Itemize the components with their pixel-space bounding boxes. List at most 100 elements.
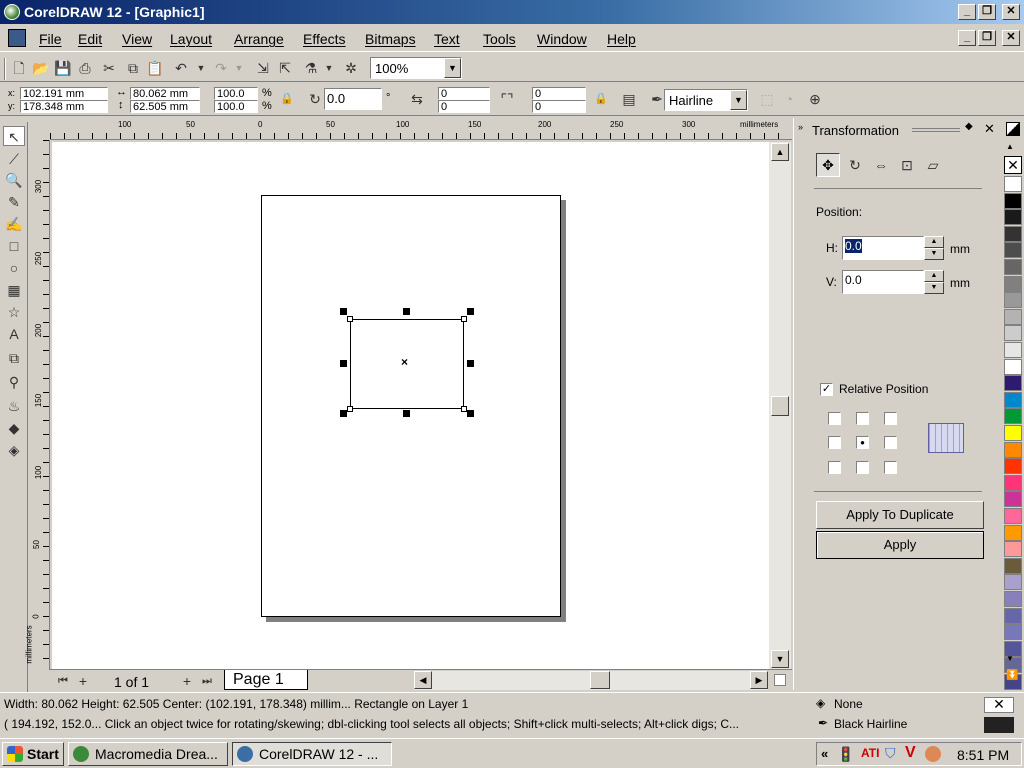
corner-roundness-tr-field[interactable]: 0 <box>532 87 586 100</box>
color-swatch[interactable] <box>1004 574 1022 591</box>
doc-restore-button[interactable]: ❐ <box>978 30 996 46</box>
selection-handle-l[interactable] <box>340 360 347 367</box>
relative-position-checkbox[interactable]: ✓ <box>820 383 833 396</box>
round-corners-together-icon[interactable]: ⌜⌝ <box>498 90 516 108</box>
zoom-level-select[interactable]: 100% ▼ <box>370 57 462 79</box>
color-swatch[interactable] <box>1004 441 1022 458</box>
horizontal-scrollbar[interactable]: ◀ ▶ <box>414 671 768 690</box>
v-spin-up-icon[interactable]: ▲ <box>924 270 944 282</box>
rotate-tab-icon[interactable]: ↻ <box>846 156 864 174</box>
color-swatch[interactable] <box>1004 225 1022 242</box>
color-swatch[interactable] <box>1004 391 1022 408</box>
redo-dropdown-icon[interactable]: ▼ <box>230 59 248 77</box>
paste-icon[interactable]: 📋 <box>146 59 164 77</box>
redo-icon[interactable]: ↷ <box>212 59 230 77</box>
menu-help[interactable]: Help <box>607 31 636 47</box>
h-spin-down-icon[interactable]: ▼ <box>924 248 944 260</box>
color-swatch[interactable] <box>1004 209 1022 226</box>
anchor-l[interactable] <box>828 436 841 449</box>
rect-node[interactable] <box>461 316 467 322</box>
menu-edit[interactable]: Edit <box>78 31 102 47</box>
save-icon[interactable]: 💾 <box>54 59 72 77</box>
vertical-ruler[interactable]: 300 250 200 150 100 50 0 millimeters <box>25 140 50 670</box>
rect-node[interactable] <box>347 316 353 322</box>
selection-handle-r[interactable] <box>467 360 474 367</box>
anchor-t[interactable] <box>856 412 869 425</box>
add-page-before-icon[interactable]: + <box>74 672 92 690</box>
color-swatch[interactable] <box>1004 242 1022 259</box>
menu-bitmaps[interactable]: Bitmaps <box>365 31 416 47</box>
docker-grip[interactable] <box>912 128 960 132</box>
interactive-fill-tool-icon[interactable]: ◈ <box>3 440 25 460</box>
palette-menu-icon[interactable] <box>1006 122 1020 136</box>
outline-dropdown-icon[interactable]: ▼ <box>730 90 747 110</box>
interactive-blend-tool-icon[interactable]: ⧉ <box>3 348 25 368</box>
color-swatch[interactable] <box>1004 591 1022 607</box>
traffic-light-tray-icon[interactable]: 🚦 <box>837 746 854 763</box>
color-swatch[interactable] <box>1004 607 1022 624</box>
h-position-input[interactable]: 0.0 <box>842 236 924 260</box>
v-spin-down-icon[interactable]: ▼ <box>924 282 944 294</box>
selection-handle-br[interactable] <box>467 410 474 417</box>
convert-to-curves-icon[interactable]: ⬚ <box>758 90 776 108</box>
outline-tool-icon[interactable]: ♨ <box>3 396 25 416</box>
x-position-field[interactable]: 102.191 mm <box>20 87 108 100</box>
app-tray-icon[interactable] <box>925 746 941 762</box>
start-button[interactable]: Start <box>2 742 64 766</box>
menu-text[interactable]: Text <box>434 31 460 47</box>
scale-y-field[interactable]: 100.0 <box>214 100 258 113</box>
color-swatch[interactable] <box>1004 259 1022 275</box>
selection-handle-b[interactable] <box>403 410 410 417</box>
color-swatch[interactable] <box>1004 524 1022 541</box>
scroll-up-icon[interactable]: ▲ <box>771 143 789 161</box>
color-swatch[interactable] <box>1004 176 1022 192</box>
corner-roundness-tl-field[interactable]: 0 <box>438 87 490 100</box>
undo-icon[interactable]: ↶ <box>172 59 190 77</box>
h-scroll-thumb[interactable] <box>590 671 610 689</box>
anchor-center[interactable]: ● <box>856 436 869 449</box>
vertical-scrollbar[interactable]: ▲ ▼ <box>769 142 791 669</box>
restore-button[interactable]: ❐ <box>978 4 996 20</box>
print-icon[interactable]: ⎙ <box>76 59 94 77</box>
ati-tray-icon[interactable]: ATI <box>861 746 879 760</box>
scale-x-field[interactable]: 100.0 <box>214 87 258 100</box>
fill-color-swatch[interactable]: ✕ <box>984 697 1014 713</box>
menu-tools[interactable]: Tools <box>483 31 516 47</box>
doc-minimize-button[interactable]: _ <box>958 30 976 46</box>
rectangle-tool-icon[interactable]: □ <box>3 236 25 256</box>
shape-tool-icon[interactable]: ⟋ <box>3 149 25 169</box>
text-tool-icon[interactable]: A <box>3 324 25 344</box>
menu-window[interactable]: Window <box>537 31 587 47</box>
scale-mirror-tab-icon[interactable]: ⇔ <box>872 156 890 174</box>
outline-color-swatch[interactable] <box>984 717 1014 733</box>
y-position-field[interactable]: 178.348 mm <box>20 100 108 113</box>
horizontal-ruler[interactable]: 100 50 0 50 100 150 200 250 300 millimet… <box>50 118 792 140</box>
corner-roundness-br-field[interactable]: 0 <box>532 100 586 113</box>
application-launcher-icon[interactable]: ⚗ <box>302 59 320 77</box>
center-mark-icon[interactable]: × <box>401 355 408 369</box>
scroll-thumb[interactable] <box>771 396 789 416</box>
width-field[interactable]: 80.062 mm <box>130 87 200 100</box>
basic-shapes-tool-icon[interactable]: ☆ <box>3 302 25 322</box>
corner-lock-icon[interactable]: 🔒 <box>592 90 610 108</box>
import-icon[interactable]: ⇲ <box>254 59 272 77</box>
selection-handle-t[interactable] <box>403 308 410 315</box>
rect-node[interactable] <box>347 406 353 412</box>
smart-fill-tool-icon[interactable]: ✍ <box>3 214 25 234</box>
apply-to-duplicate-button[interactable]: Apply To Duplicate <box>816 501 984 529</box>
antivirus-tray-icon[interactable]: V <box>905 744 916 762</box>
selection-handle-tr[interactable] <box>467 308 474 315</box>
color-swatch[interactable] <box>1004 292 1022 309</box>
v-position-input[interactable]: 0.0 <box>842 270 924 294</box>
color-swatch[interactable] <box>1004 458 1022 475</box>
open-icon[interactable]: 📂 <box>32 59 50 77</box>
menu-arrange[interactable]: Arrange <box>234 31 284 47</box>
palette-scroll-up-icon[interactable]: ▲ <box>1006 142 1014 151</box>
new-icon[interactable]: 🗋 <box>10 59 28 77</box>
eyedropper-tool-icon[interactable]: ⚲ <box>3 372 25 392</box>
cut-icon[interactable]: ✂ <box>100 59 118 77</box>
menu-effects[interactable]: Effects <box>303 31 346 47</box>
scroll-down-icon[interactable]: ▼ <box>771 650 789 668</box>
anchor-br[interactable] <box>884 461 897 474</box>
fill-tool-icon[interactable]: ◆ <box>3 418 25 438</box>
